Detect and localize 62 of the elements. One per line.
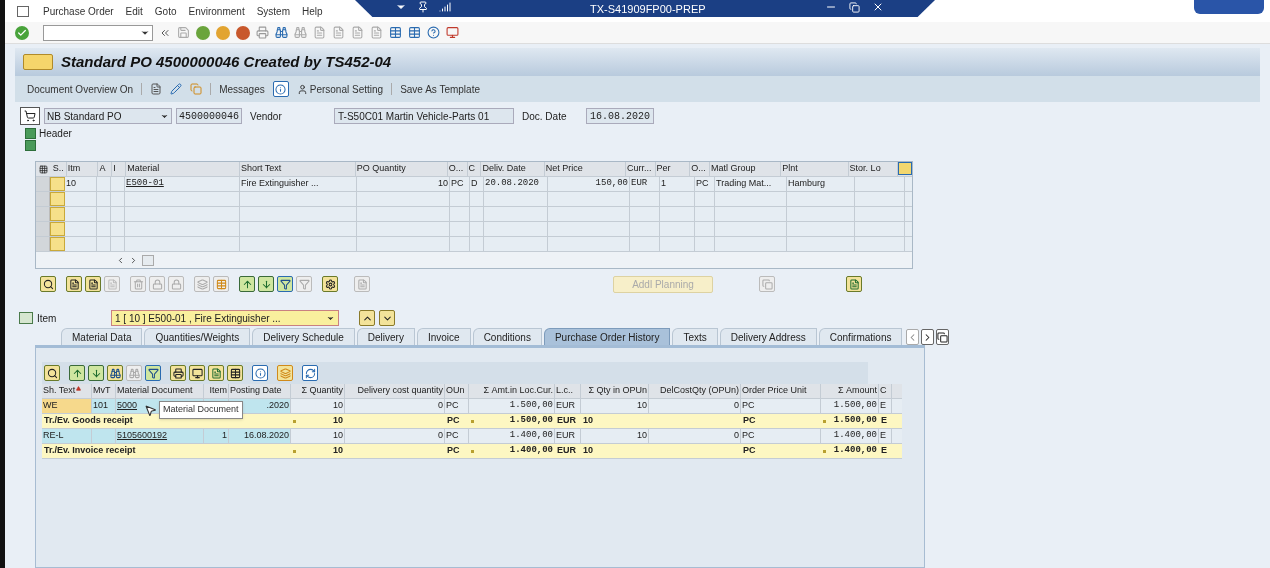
- table-cell: 1.500,00: [833, 414, 877, 428]
- header-label: Header: [39, 126, 72, 141]
- table-cell: PC: [445, 399, 469, 413]
- table-cell: D: [470, 177, 484, 191]
- table-cell: EUR: [557, 414, 576, 428]
- table-cell: PC: [695, 177, 715, 191]
- total-label: Tr./Ev. Goods receipt: [44, 414, 133, 428]
- table-cell: PC: [743, 444, 756, 458]
- table-cell: 20.08.2020: [484, 177, 548, 191]
- table-cell: WE: [42, 399, 92, 413]
- table-cell: Hamburg: [787, 177, 855, 191]
- table-cell: 10: [65, 177, 97, 191]
- vendor-label: Vendor: [250, 109, 283, 124]
- table-cell: 101: [92, 399, 116, 413]
- table-cell: E: [879, 399, 892, 413]
- table-cell: 10: [333, 444, 343, 458]
- table-cell: 1.400,00: [833, 444, 877, 458]
- table-cell: 10: [291, 429, 345, 443]
- table-cell: 1.400,00: [509, 444, 553, 458]
- table-cell: 1: [660, 177, 695, 191]
- table-cell: 0: [649, 429, 741, 443]
- table-cell: 0: [345, 399, 445, 413]
- table-cell: RE-L: [42, 429, 92, 443]
- table-cell: 16.08.2020: [229, 429, 291, 443]
- window-title: Standard PO 4500000046 Created by TS452-04: [61, 51, 392, 72]
- table-cell: 10: [291, 399, 345, 413]
- table-cell: E: [879, 429, 892, 443]
- doc-date-label: Doc. Date: [522, 109, 568, 124]
- table-cell: EUR: [630, 177, 660, 191]
- table-cell: 10: [581, 399, 649, 413]
- table-cell: Fire Extinguisher ...: [240, 177, 357, 191]
- table-cell: 1.400,00: [821, 429, 879, 443]
- table-cell: 0: [649, 399, 741, 413]
- table-cell: E: [881, 444, 887, 458]
- table-cell: PC: [741, 399, 821, 413]
- table-cell: 1.500,00: [469, 399, 555, 413]
- table-cell: 150,00: [548, 177, 630, 191]
- table-cell: PC: [450, 177, 470, 191]
- table-cell: EUR: [555, 399, 581, 413]
- table-cell: PC: [445, 429, 469, 443]
- table-cell: 1.500,00: [821, 399, 879, 413]
- table-cell: 10: [583, 444, 593, 458]
- total-label: Tr./Ev. Invoice receipt: [44, 444, 136, 458]
- table-cell: E: [881, 414, 887, 428]
- system-title: TX-S41909FP00-PREP: [590, 2, 706, 17]
- table-cell: PC: [741, 429, 821, 443]
- table-cell: 0: [345, 429, 445, 443]
- item-label: Item: [37, 311, 58, 326]
- table-cell: 10: [581, 429, 649, 443]
- table-cell: 10: [583, 414, 593, 428]
- table-cell: Trading Mat...: [715, 177, 787, 191]
- table-cell: 1.400,00: [469, 429, 555, 443]
- table-cell: EUR: [557, 444, 576, 458]
- table-cell: PC: [447, 444, 460, 458]
- table-cell: 1: [204, 429, 229, 443]
- tooltip: Material Document: [159, 401, 243, 419]
- table-cell: PC: [743, 414, 756, 428]
- table-cell: 10: [357, 177, 450, 191]
- table-cell: PC: [447, 414, 460, 428]
- table-cell: EUR: [555, 429, 581, 443]
- table-cell: 10: [333, 414, 343, 428]
- table-cell: 1.500,00: [509, 414, 553, 428]
